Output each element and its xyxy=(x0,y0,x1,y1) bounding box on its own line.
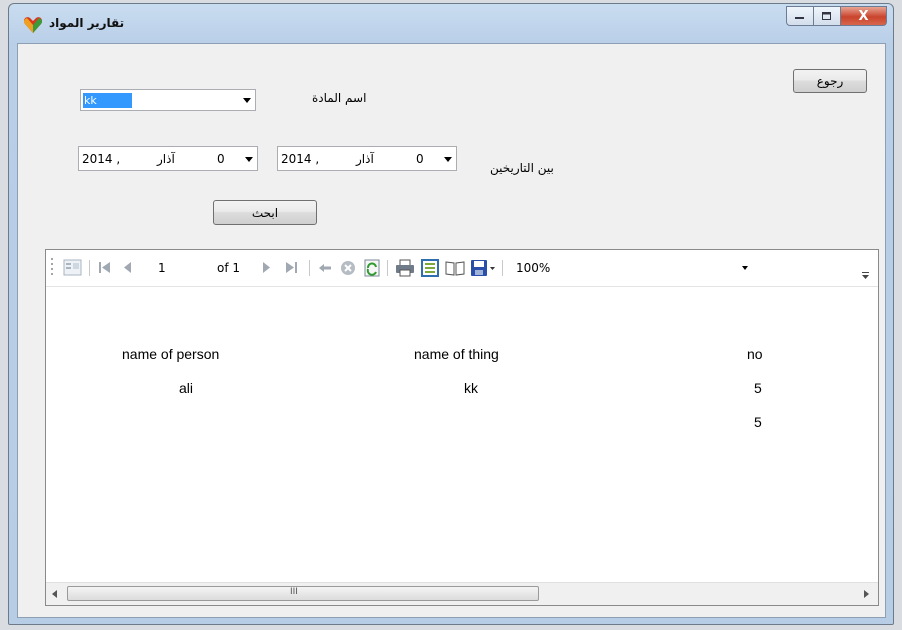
search-button[interactable]: ابحث xyxy=(213,200,317,225)
scrollbar-grip: III xyxy=(290,587,298,597)
last-page-icon[interactable] xyxy=(284,261,298,274)
refresh-icon[interactable] xyxy=(364,259,381,277)
table-cell: 5 xyxy=(754,414,762,430)
form-client-area: kk اسم المادة رجوع 2014 , آذار 0 2014 , … xyxy=(17,43,886,618)
date-from-picker[interactable]: 2014 , آذار 0 xyxy=(78,146,258,171)
toolbar-separator xyxy=(89,260,90,276)
material-combo[interactable]: kk xyxy=(80,89,256,111)
dropdown-arrow-icon xyxy=(742,266,748,270)
next-page-icon[interactable] xyxy=(260,261,272,274)
date-to-day: 0 xyxy=(416,152,424,166)
between-dates-label: بين التاريخين xyxy=(490,161,554,175)
minimize-button[interactable] xyxy=(786,6,814,26)
close-button[interactable]: X xyxy=(841,6,887,26)
material-combo-value: kk xyxy=(83,93,132,108)
heart-app-icon xyxy=(23,17,43,33)
date-to-year: 2014 , xyxy=(281,152,320,166)
zoom-combo[interactable]: 100% xyxy=(512,256,752,278)
toolbar-overflow-icon[interactable] xyxy=(862,272,870,280)
horizontal-scrollbar[interactable]: III xyxy=(46,582,878,605)
column-header: name of thing xyxy=(414,346,499,362)
date-from-day: 0 xyxy=(217,152,225,166)
window-title: تقارير المواد xyxy=(49,16,125,30)
scroll-left-icon[interactable] xyxy=(52,590,58,598)
print-layout-icon[interactable] xyxy=(421,259,439,277)
report-toolbar: 1 of 1 100% xyxy=(46,250,878,287)
previous-page-icon[interactable] xyxy=(122,261,134,274)
back-to-parent-icon[interactable] xyxy=(318,262,332,274)
report-viewer: 1 of 1 100% name of person name of thing… xyxy=(45,249,879,606)
export-save-icon[interactable] xyxy=(470,259,496,277)
toolbar-separator xyxy=(309,260,310,276)
back-button[interactable]: رجوع xyxy=(793,69,867,93)
table-cell: 5 xyxy=(754,380,762,396)
first-page-icon[interactable] xyxy=(98,261,112,274)
print-icon[interactable] xyxy=(395,259,415,277)
maximize-button[interactable] xyxy=(814,6,841,26)
date-from-month: آذار xyxy=(157,152,175,166)
dropdown-arrow-icon xyxy=(444,156,452,162)
minimize-icon xyxy=(795,17,804,19)
close-icon: X xyxy=(858,8,869,24)
material-label: اسم المادة xyxy=(312,91,367,105)
scrollbar-thumb[interactable]: III xyxy=(67,586,539,601)
title-bar[interactable]: تقارير المواد X xyxy=(9,4,893,44)
report-window: تقارير المواد X kk اسم المادة رجوع 2014 … xyxy=(8,3,894,625)
page-setup-icon[interactable] xyxy=(445,260,465,276)
current-page-input[interactable]: 1 xyxy=(158,261,166,275)
caption-buttons: X xyxy=(786,6,887,26)
dropdown-arrow-icon xyxy=(245,156,253,162)
table-cell: ali xyxy=(179,380,194,396)
toolbar-grip-icon xyxy=(51,258,53,275)
date-to-month: آذار xyxy=(356,152,374,166)
toolbar-separator xyxy=(387,260,388,276)
column-header: no xyxy=(747,346,763,362)
toolbar-separator xyxy=(502,260,503,276)
stop-icon[interactable] xyxy=(340,260,356,276)
scroll-right-icon[interactable] xyxy=(864,590,870,598)
column-header: name of person xyxy=(122,346,220,362)
date-from-year: 2014 , xyxy=(82,152,121,166)
zoom-value: 100% xyxy=(516,261,551,275)
report-body: name of person name of thing no ali kk 5… xyxy=(46,286,878,582)
document-map-icon[interactable] xyxy=(63,259,83,277)
dropdown-arrow-icon xyxy=(243,98,251,103)
table-cell: kk xyxy=(464,380,478,396)
date-to-picker[interactable]: 2014 , آذار 0 xyxy=(277,146,457,171)
total-pages-label: of 1 xyxy=(217,261,241,275)
maximize-icon xyxy=(822,11,831,20)
